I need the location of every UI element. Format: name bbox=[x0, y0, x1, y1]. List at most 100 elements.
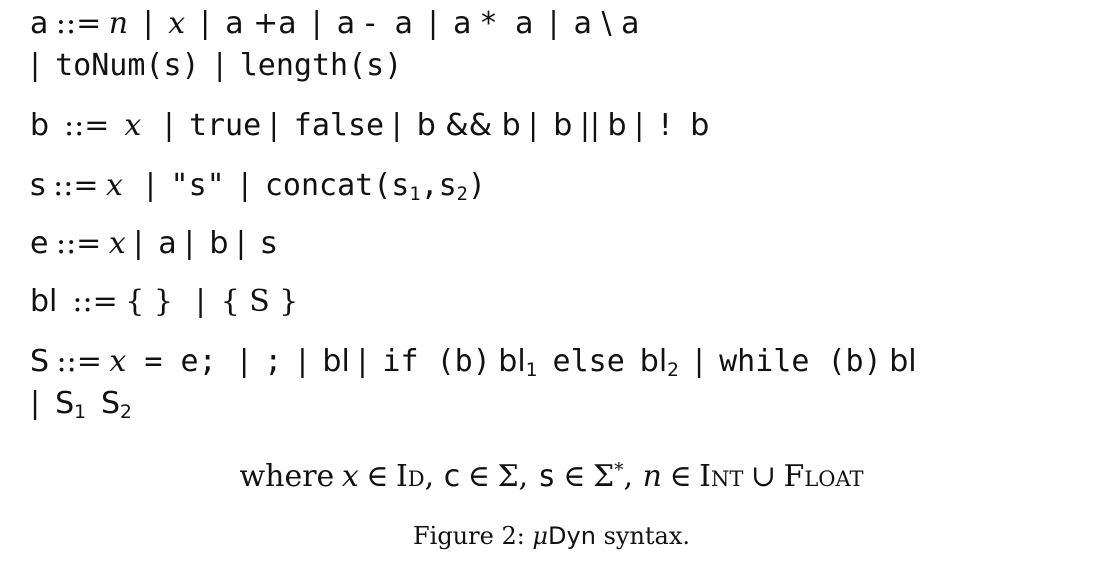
alt-bar: | bbox=[239, 168, 250, 203]
def-symbol: ::= bbox=[53, 168, 99, 203]
where-var-x: x bbox=[341, 459, 359, 494]
elem-symbol: ∈ bbox=[563, 459, 586, 494]
alt-bar: | bbox=[30, 386, 41, 421]
where-var-s: s bbox=[537, 459, 556, 494]
union-symbol: ∪ bbox=[750, 459, 777, 494]
alt-bar: | bbox=[195, 284, 206, 319]
alt-bar: | bbox=[200, 6, 211, 41]
alt-bar: | bbox=[145, 168, 156, 203]
alt-bar: | bbox=[694, 344, 705, 379]
bl1-base: bl bbox=[498, 344, 526, 379]
prod-sub: a - a bbox=[336, 6, 413, 41]
prod-assign: = e; bbox=[126, 344, 217, 379]
concat-sub-1: 1 bbox=[409, 184, 421, 206]
elem-symbol: ∈ bbox=[366, 459, 389, 494]
prod-skip: ; bbox=[264, 344, 283, 379]
prod-or-right: b bbox=[607, 108, 627, 143]
id-set: Id bbox=[395, 459, 425, 494]
concat-close: ) bbox=[467, 168, 486, 203]
nt-e: e bbox=[30, 226, 49, 261]
alt-bar: | bbox=[184, 226, 195, 261]
sigma-star-symbol: Σ* bbox=[593, 459, 624, 494]
var-x: x bbox=[168, 6, 186, 41]
prod-block: { S } bbox=[220, 284, 299, 319]
alt-bar: | bbox=[214, 48, 225, 83]
alt-bar: | bbox=[357, 344, 368, 379]
prod-else: else bbox=[552, 344, 625, 379]
concat-open: concat(s bbox=[264, 168, 410, 203]
alt-bar: | bbox=[133, 226, 144, 261]
nt-S: S bbox=[30, 344, 50, 379]
prod-or-op: || bbox=[579, 108, 601, 143]
grammar-S-line: S ::= x = e; | ; | bl | if (b) bl1 else … bbox=[30, 344, 917, 380]
prod-true: true bbox=[188, 108, 262, 143]
prod-if-bl2: bl2 bbox=[639, 344, 680, 382]
prod-if-bl1: bl1 bbox=[498, 344, 538, 382]
def-symbol: ::= bbox=[72, 284, 118, 319]
prod-while-bl: bl bbox=[889, 344, 917, 379]
where-var-n: n bbox=[642, 459, 662, 494]
def-symbol: ::= bbox=[64, 108, 110, 143]
grammar-a-line-cont: | toNum(s) | length(s) bbox=[30, 48, 402, 84]
grammar-s-line: s ::= x | "s" | concat(s1,s2) bbox=[30, 168, 486, 204]
nt-bl: bl bbox=[30, 284, 58, 319]
seq1-base: S bbox=[55, 386, 75, 421]
grammar-e-line: e ::= x | a | b | s bbox=[30, 226, 277, 262]
grammar-b-line: b ::= x | true | false | b && b | b || b… bbox=[30, 108, 709, 144]
alt-bar: | bbox=[548, 6, 559, 41]
alt-bar: | bbox=[297, 344, 308, 379]
var-x: x bbox=[109, 344, 127, 379]
seq1-sub: 1 bbox=[74, 402, 86, 424]
alt-bar: | bbox=[163, 108, 174, 143]
elem-symbol: ∈ bbox=[669, 459, 692, 494]
prod-if: if (b) bbox=[382, 344, 491, 379]
concat-sub-2: 2 bbox=[456, 184, 468, 206]
def-symbol: ::= bbox=[55, 226, 102, 261]
bl2-sub: 2 bbox=[667, 360, 680, 382]
prod-s: s bbox=[261, 226, 277, 261]
prod-or-left: b bbox=[553, 108, 573, 143]
concat-comma: ,s bbox=[420, 168, 457, 203]
alt-bar: | bbox=[427, 6, 439, 41]
caption-dyn: Dyn bbox=[548, 522, 596, 550]
prod-b: b bbox=[209, 226, 229, 261]
float-set: Float bbox=[783, 459, 864, 494]
alt-bar: | bbox=[634, 108, 645, 143]
alt-bar: | bbox=[239, 344, 250, 379]
alt-bar: | bbox=[30, 48, 41, 83]
where-var-c: c bbox=[443, 459, 461, 494]
prod-tonum: toNum(s) bbox=[55, 48, 200, 83]
seq2-sub: 2 bbox=[120, 402, 132, 424]
prod-not: ! b bbox=[659, 108, 710, 143]
prod-false: false bbox=[293, 108, 385, 143]
caption-suffix: syntax. bbox=[595, 522, 691, 550]
prod-string-literal: "s" bbox=[170, 168, 225, 203]
prod-seq-2: S2 bbox=[101, 386, 132, 424]
sigma-base: Σ bbox=[593, 459, 615, 494]
sigma-symbol: Σ bbox=[497, 459, 519, 494]
bl2-base: bl bbox=[639, 344, 668, 379]
prod-bl: bl bbox=[322, 344, 350, 379]
var-x: x bbox=[106, 168, 123, 203]
def-symbol: ::= bbox=[56, 344, 102, 379]
grammar-S-line-cont: | S1 S2 bbox=[30, 386, 132, 422]
var-x: x bbox=[124, 108, 142, 143]
bl1-sub: 1 bbox=[525, 360, 538, 382]
nt-s: s bbox=[30, 168, 46, 203]
caption-prefix: Figure 2: bbox=[412, 522, 533, 550]
alt-bar: | bbox=[311, 6, 322, 41]
prod-add: a +a bbox=[225, 6, 297, 41]
prod-length: length(s) bbox=[239, 48, 403, 83]
nt-a: a bbox=[30, 6, 49, 41]
nt-b: b bbox=[30, 108, 50, 143]
seq2-base: S bbox=[101, 386, 121, 421]
var-x: x bbox=[108, 226, 126, 261]
grammar-bl-line: bl ::= { } | { S } bbox=[30, 284, 298, 320]
def-symbol: ::= bbox=[55, 6, 102, 41]
int-set: Int bbox=[699, 459, 744, 494]
prod-and: b && b bbox=[416, 108, 521, 143]
prod-seq-1: S1 bbox=[55, 386, 86, 424]
grammar-a-line: a ::= n | x | a +a | a - a | a * a | a \… bbox=[30, 6, 640, 42]
alt-bar: | bbox=[268, 108, 279, 143]
alt-bar: | bbox=[391, 108, 402, 143]
